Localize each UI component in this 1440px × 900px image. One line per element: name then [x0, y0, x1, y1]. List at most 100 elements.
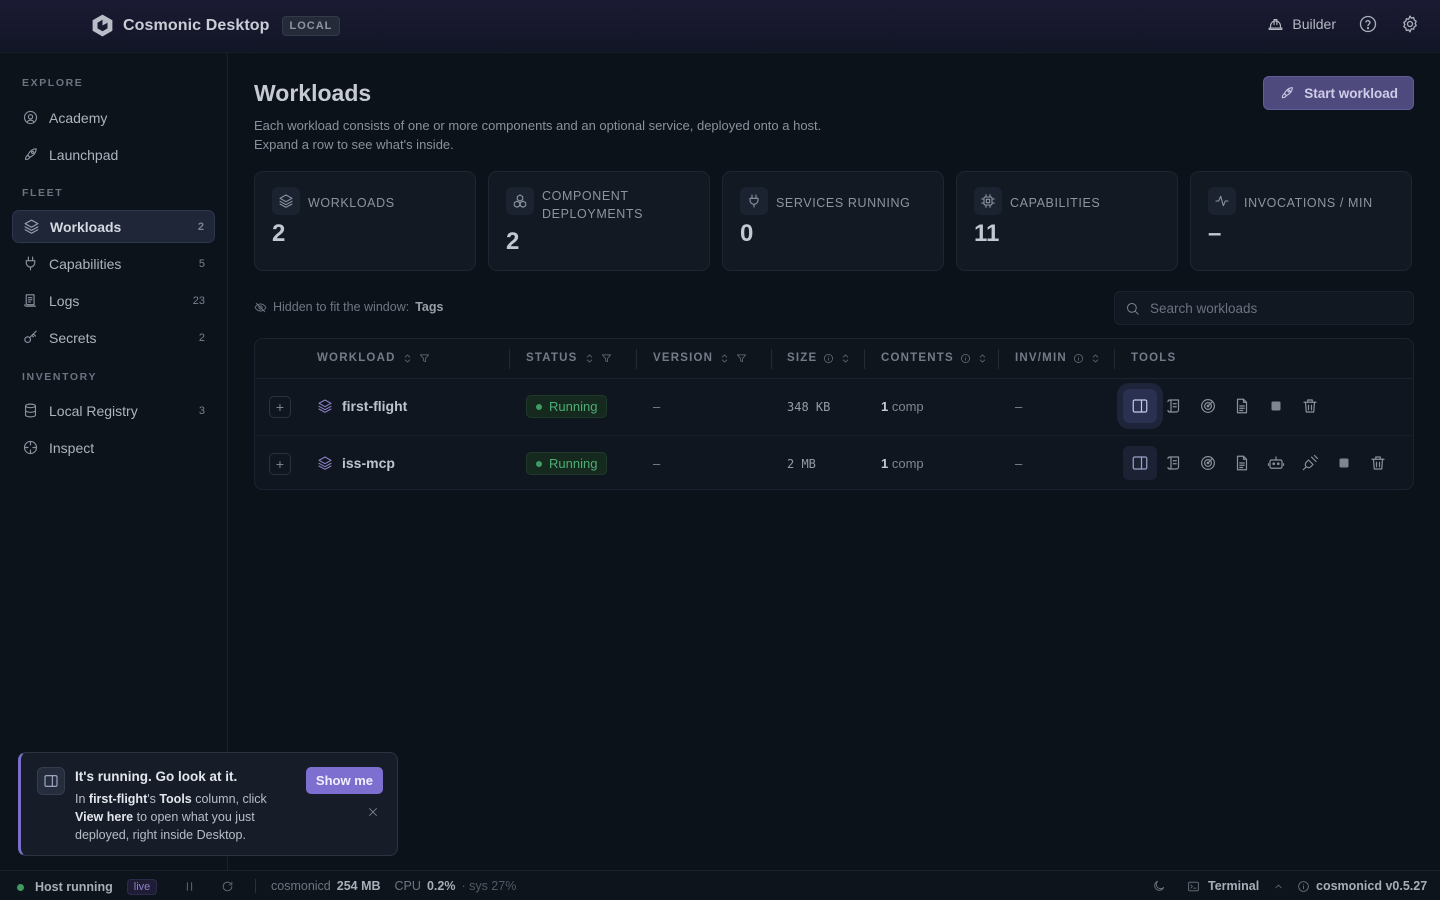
sort-icon[interactable]: [1090, 353, 1101, 364]
status-text: Running: [549, 399, 598, 414]
plug-connect-icon: [1302, 454, 1319, 471]
stat-card-services-running: SERVICES RUNNING 0: [722, 171, 944, 271]
moon-icon[interactable]: [1152, 879, 1166, 893]
sidebar-item-label: Logs: [49, 292, 80, 309]
column-header-workload[interactable]: WORKLOAD: [317, 352, 430, 364]
info-icon[interactable]: [1073, 353, 1084, 364]
gear-icon[interactable]: [1400, 14, 1420, 34]
sidebar-item-secrets[interactable]: Secrets 2: [12, 321, 215, 354]
sidebar-item-workloads[interactable]: Workloads 2: [12, 210, 215, 243]
row-tools: [1123, 446, 1395, 480]
column-header-size[interactable]: SIZE: [787, 352, 851, 364]
plug-button[interactable]: [1293, 446, 1327, 480]
delete-button[interactable]: [1293, 389, 1327, 423]
layers-icon: [318, 456, 332, 470]
builder-button[interactable]: Builder: [1267, 16, 1336, 33]
column-header-label: INV/MIN: [1015, 352, 1067, 364]
sidebar-item-launchpad[interactable]: Launchpad: [12, 138, 215, 171]
terminal-icon: [1188, 881, 1199, 891]
sidebar-item-logs[interactable]: Logs 23: [12, 284, 215, 317]
help-icon[interactable]: [1358, 14, 1378, 34]
version-info[interactable]: cosmonicd v0.5.27: [1297, 879, 1427, 893]
view-here-button[interactable]: [1117, 383, 1163, 429]
stop-button[interactable]: [1259, 389, 1293, 423]
onboarding-toast: It's running. Go look at it. In first-fl…: [18, 752, 398, 856]
expand-row-button[interactable]: +: [269, 453, 291, 475]
table-row[interactable]: + first-flight Running – 348 KB 1 comp –: [255, 379, 1413, 434]
status-dot: [536, 403, 542, 410]
column-header-status[interactable]: STATUS: [526, 352, 612, 364]
mcp-bot-button[interactable]: [1259, 446, 1293, 480]
logs-button[interactable]: [1157, 446, 1191, 480]
expand-row-button[interactable]: +: [269, 396, 291, 418]
chevron-up-icon: [1275, 884, 1282, 888]
search-input[interactable]: [1150, 300, 1400, 316]
info-icon[interactable]: [823, 353, 834, 364]
sidebar-item-academy[interactable]: Academy: [12, 101, 215, 134]
show-me-button[interactable]: Show me: [305, 767, 383, 794]
table-row[interactable]: + iss-mcp Running – 2 MB 1 comp –: [255, 435, 1413, 489]
contents-unit: comp: [891, 399, 924, 414]
sidebar-item-count: 23: [192, 294, 205, 307]
sort-icon[interactable]: [584, 353, 595, 364]
start-workload-label: Start workload: [1304, 85, 1398, 101]
workload-name[interactable]: iss-mcp: [317, 455, 395, 471]
column-header-version[interactable]: VERSION: [653, 352, 747, 364]
manifest-button[interactable]: [1225, 389, 1259, 423]
hidden-note-prefix: Hidden to fit the window:: [273, 300, 410, 314]
search-box[interactable]: [1114, 291, 1414, 325]
logs-button[interactable]: [1157, 389, 1191, 423]
toast-view-here-label: View here: [75, 810, 134, 824]
stat-card-capabilities: CAPABILITIES 11: [956, 171, 1178, 271]
stats-row: WORKLOADS 2 COMPONENT DEPLOYMENTS 2 SERV…: [254, 171, 1412, 271]
sort-icon[interactable]: [840, 353, 851, 364]
sort-icon[interactable]: [977, 353, 988, 364]
filter-icon[interactable]: [419, 353, 430, 364]
info-icon[interactable]: [960, 353, 971, 364]
column-header-tools: TOOLS: [1131, 352, 1176, 364]
column-header-invmin[interactable]: INV/MIN: [1015, 352, 1101, 364]
toast-text: column, click: [191, 792, 267, 806]
status-badge: Running: [526, 395, 608, 418]
stat-label: WORKLOADS: [308, 196, 395, 210]
toast-tools-label: Tools: [159, 792, 192, 806]
sidebar-item-label: Local Registry: [49, 402, 138, 419]
sidebar-item-local-registry[interactable]: Local Registry 3: [12, 394, 215, 427]
sidebar-item-label: Academy: [49, 109, 108, 126]
hidden-note-value: Tags: [415, 300, 444, 314]
sort-icon[interactable]: [719, 353, 730, 364]
stat-icon-wrap: [974, 187, 1002, 215]
toast-text: In: [75, 792, 89, 806]
workload-name[interactable]: first-flight: [317, 398, 407, 414]
delete-button[interactable]: [1361, 446, 1395, 480]
brand[interactable]: Cosmonic Desktop LOCAL: [90, 13, 341, 38]
terminal-toggle[interactable]: Terminal: [1187, 879, 1284, 893]
stat-label: SERVICES RUNNING: [776, 196, 911, 210]
view-here-button[interactable]: [1123, 446, 1157, 480]
start-workload-button[interactable]: Start workload: [1263, 76, 1414, 110]
logs-icon: [24, 294, 37, 307]
sort-icon[interactable]: [402, 353, 413, 364]
column-divider: [864, 349, 865, 369]
pause-icon[interactable]: [183, 880, 196, 893]
refresh-icon[interactable]: [221, 880, 234, 893]
manifest-button[interactable]: [1225, 446, 1259, 480]
builder-label: Builder: [1292, 16, 1336, 32]
stat-icon-wrap: [1208, 187, 1236, 215]
sidebar-item-capabilities[interactable]: Capabilities 5: [12, 247, 215, 280]
inspect-icon: [23, 440, 38, 455]
column-header-contents[interactable]: CONTENTS: [881, 352, 988, 364]
filter-icon[interactable]: [736, 353, 747, 364]
trace-button[interactable]: [1191, 389, 1225, 423]
workload-name-text: first-flight: [342, 398, 408, 414]
close-icon[interactable]: [367, 806, 379, 818]
sidebar-item-inspect[interactable]: Inspect: [12, 431, 215, 464]
stop-button[interactable]: [1327, 446, 1361, 480]
trace-button[interactable]: [1191, 446, 1225, 480]
layers-icon: [24, 219, 39, 234]
plug-icon: [25, 256, 36, 271]
size-cell: 348 KB: [787, 400, 831, 414]
filter-icon[interactable]: [601, 353, 612, 364]
status-bar: Host running live cosmonicd 254 MB CPU 0…: [0, 870, 1440, 900]
section-label-fleet: FLEET: [22, 187, 64, 199]
